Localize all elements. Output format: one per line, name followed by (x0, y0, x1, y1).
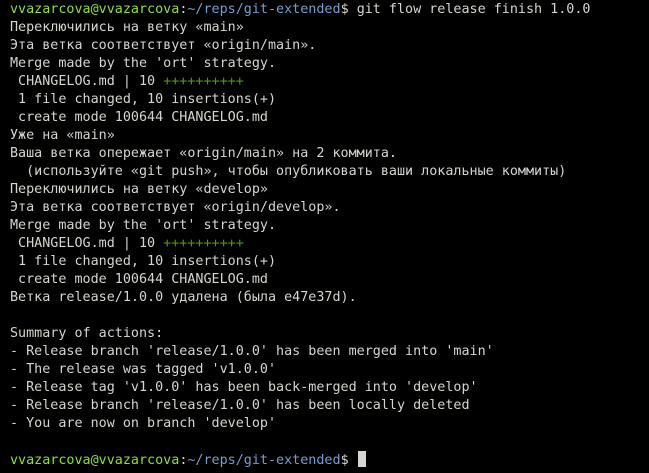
diffstat-plus: ++++++++++ (163, 74, 244, 89)
diffstat-plus: ++++++++++ (163, 236, 244, 251)
command-text: git flow release finish 1.0.0 (356, 2, 591, 17)
output-line: Merge made by the 'ort' strategy. (10, 218, 277, 233)
output-line: Ваша ветка опережает «origin/main» на 2 … (10, 146, 397, 161)
output-line: 1 file changed, 10 insertions(+) (10, 92, 277, 107)
output-line: 1 file changed, 10 insertions(+) (10, 254, 277, 269)
summary-item: - Release branch 'release/1.0.0' has bee… (10, 344, 494, 359)
prompt-symbol: $ (340, 453, 357, 468)
terminal-window[interactable]: vvazarcova@vvazarcova:~/reps/git-extende… (0, 0, 649, 473)
prompt-user-host: vvazarcova@vvazarcova (10, 2, 180, 17)
output-line: Ветка release/1.0.0 удалена (была e47e37… (10, 290, 357, 305)
prompt-line: vvazarcova@vvazarcova:~/reps/git-extende… (10, 1, 590, 19)
output-line: Переключились на ветку «main» (10, 20, 244, 35)
output-line: Уже на «main» (10, 128, 115, 143)
output-line: create mode 100644 CHANGELOG.md (10, 110, 268, 125)
output-line: create mode 100644 CHANGELOG.md (10, 272, 268, 287)
diffstat-line: CHANGELOG.md | 10 ++++++++++ (10, 235, 244, 253)
output-line: Эта ветка соответствует «origin/develop»… (10, 200, 341, 215)
active-prompt-line[interactable]: vvazarcova@vvazarcova:~/reps/git-extende… (10, 451, 366, 469)
text-cursor (357, 451, 366, 467)
output-line: Переключились на ветку «develop» (10, 182, 268, 197)
prompt-path: ~/reps/git-extended (187, 2, 341, 17)
output-line: (используйте «git push», чтобы опубликов… (10, 164, 567, 179)
output-line: Эта ветка соответствует «origin/main». (10, 38, 317, 53)
diffstat-file: CHANGELOG.md | 10 (10, 74, 164, 89)
summary-item: - Release branch 'release/1.0.0' has bee… (10, 398, 470, 413)
prompt-path: ~/reps/git-extended (187, 453, 341, 468)
output-line: Merge made by the 'ort' strategy. (10, 56, 277, 71)
diffstat-file: CHANGELOG.md | 10 (10, 236, 164, 251)
summary-header: Summary of actions: (10, 326, 164, 341)
diffstat-line: CHANGELOG.md | 10 ++++++++++ (10, 73, 244, 91)
summary-item: - The release was tagged 'v1.0.0' (10, 362, 277, 377)
summary-item: - Release tag 'v1.0.0' has been back-mer… (10, 380, 478, 395)
summary-item: - You are now on branch 'develop' (10, 416, 277, 431)
prompt-symbol: $ (340, 2, 357, 17)
prompt-user-host: vvazarcova@vvazarcova (10, 453, 180, 468)
